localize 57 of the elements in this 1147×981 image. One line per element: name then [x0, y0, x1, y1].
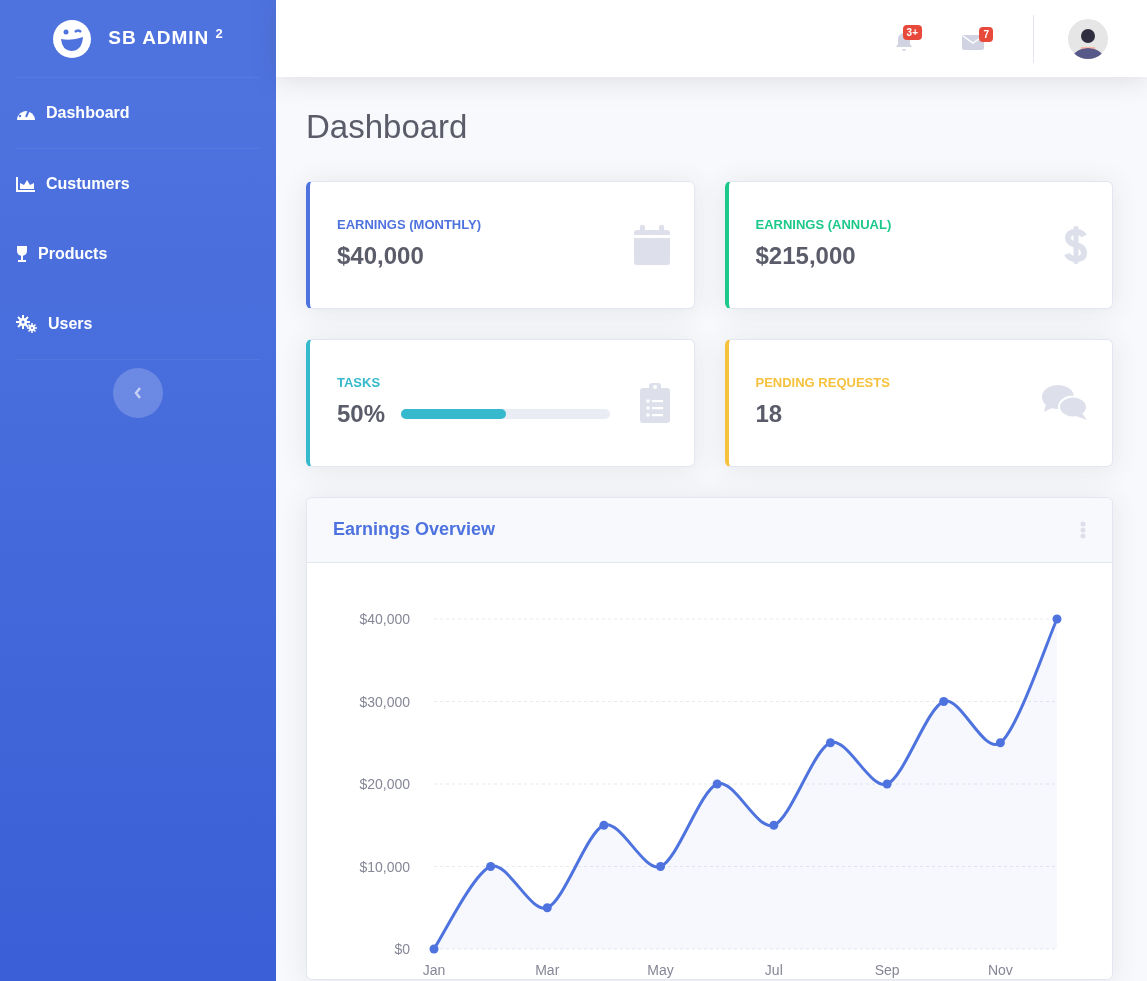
- stat-value: $215,000: [755, 241, 856, 272]
- sidebar-item[interactable]: Users: [0, 289, 276, 359]
- stat-value: $40,000: [337, 241, 424, 272]
- stat-label: EARNINGS (MONTHLY): [337, 215, 482, 234]
- brand-link[interactable]: SB ADMIN $^{2}$: [0, 0, 276, 77]
- data-point: [599, 820, 609, 830]
- sidebar-item[interactable]: Dashboard: [0, 78, 276, 148]
- messages-button[interactable]: 7: [962, 26, 993, 51]
- data-point: [825, 737, 835, 747]
- laughing-face-icon: [52, 18, 93, 59]
- vertical-dots-icon: [1080, 520, 1086, 539]
- speech-bubbles-icon: [1042, 383, 1088, 422]
- user-silhouette-icon: [1068, 18, 1108, 59]
- x-axis-label: Sep: [874, 961, 900, 978]
- stat-label: PENDING REQUESTS: [755, 373, 891, 392]
- count-badge: 7: [979, 26, 993, 42]
- data-point: [939, 696, 949, 706]
- wine-glass-icon: [16, 245, 28, 263]
- stat-value: 50%: [337, 399, 386, 430]
- alerts-button[interactable]: 3+: [895, 25, 922, 52]
- sidebar-item[interactable]: Products: [0, 219, 276, 289]
- data-point: [656, 861, 666, 871]
- page-title: Dashboard: [306, 107, 469, 147]
- y-axis-label: $10,000: [359, 858, 410, 875]
- stat-label: TASKS: [337, 373, 382, 392]
- count-badge: 3+: [902, 25, 922, 40]
- envelope-icon: [962, 33, 984, 51]
- x-axis-label: Nov: [987, 961, 1013, 978]
- sidebar-item[interactable]: Custumers: [0, 149, 276, 219]
- dollar-sign-icon: [1064, 223, 1088, 266]
- y-axis-label: $30,000: [359, 693, 410, 710]
- clipboard-list-icon: [639, 382, 670, 423]
- data-point: [769, 820, 779, 830]
- y-axis-label: $40,000: [359, 610, 410, 627]
- sidebar-toggle-button[interactable]: [113, 368, 163, 418]
- y-axis-label: $0: [394, 940, 410, 957]
- stat-value: 18: [755, 399, 783, 430]
- data-point: [1052, 614, 1062, 624]
- data-point: [429, 944, 439, 954]
- x-axis-label: May: [647, 961, 674, 978]
- x-axis-label: Jan: [422, 961, 446, 978]
- more-options-button[interactable]: [1080, 520, 1086, 539]
- x-axis-label: Mar: [535, 961, 560, 978]
- stat-label: EARNINGS (ANNUAL): [755, 215, 893, 234]
- y-axis-label: $20,000: [359, 775, 410, 792]
- card-title: Earnings Overview: [333, 518, 496, 541]
- calendar-icon: [633, 224, 670, 265]
- user-avatar-button[interactable]: [1068, 18, 1108, 59]
- gears-icon: [16, 315, 38, 333]
- data-point: [712, 779, 722, 789]
- data-point: [542, 902, 552, 912]
- data-point: [995, 737, 1005, 747]
- area-chart-icon: [16, 176, 36, 192]
- chevron-left-icon: [134, 387, 142, 399]
- x-axis-label: Jul: [764, 961, 783, 978]
- data-point: [882, 779, 892, 789]
- data-point: [486, 861, 496, 871]
